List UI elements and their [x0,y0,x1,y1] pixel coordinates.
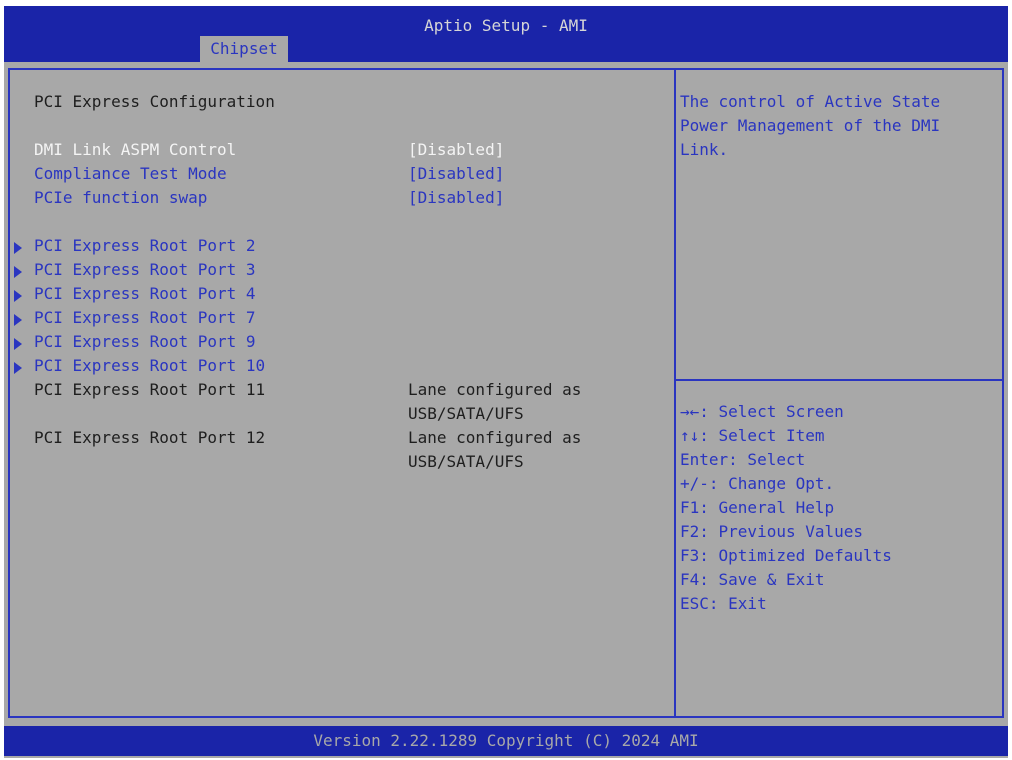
root-port-12-label: PCI Express Root Port 12 [34,428,266,447]
key-hint-enter: Enter: Select [680,450,806,469]
submenu-root-port-7[interactable]: PCI Express Root Port 7 [34,308,256,328]
submenu-arrow-icon [14,242,22,254]
panel-divider [674,70,676,716]
submenu-arrow-icon [14,266,22,278]
root-port-11-status-detail: USB/SATA/UFS [408,404,524,423]
root-port-11-status: Lane configured as [408,380,582,399]
help-text-line: Power Management of the DMI [680,116,941,135]
section-title: PCI Express Configuration [34,92,275,111]
setting-pcie-function-swap-label[interactable]: PCIe function swap [34,188,207,208]
key-hint-select-screen: →←: Select Screen [680,402,844,421]
key-hint-f2: F2: Previous Values [680,522,864,541]
submenu-root-port-4[interactable]: PCI Express Root Port 4 [34,284,256,304]
header-bar: Aptio Setup - AMI Chipset [4,6,1008,62]
tab-chipset[interactable]: Chipset [200,36,288,62]
help-divider [676,379,1002,381]
key-hint-f1: F1: General Help [680,498,835,517]
main-panel: PCI Express Configuration DMI Link ASPM … [8,68,1004,718]
submenu-arrow-icon [14,290,22,302]
root-port-11-label: PCI Express Root Port 11 [34,380,266,399]
window-title: Aptio Setup - AMI [424,16,588,35]
root-port-12-status-detail: USB/SATA/UFS [408,452,524,471]
submenu-root-port-2[interactable]: PCI Express Root Port 2 [34,236,256,256]
bios-screen: Aptio Setup - AMI Chipset PCI Express Co… [4,6,1008,758]
key-hint-change-opt: +/-: Change Opt. [680,474,835,493]
setting-compliance-test-value[interactable]: [Disabled] [408,164,504,184]
submenu-root-port-10[interactable]: PCI Express Root Port 10 [34,356,265,376]
root-port-12-status: Lane configured as [408,428,582,447]
help-text-line: The control of Active State [680,92,941,111]
setting-dmi-link-aspm-value[interactable]: [Disabled] [408,140,504,160]
submenu-arrow-icon [14,362,22,374]
footer-version: Version 2.22.1289 Copyright (C) 2024 AMI [4,726,1008,756]
setting-compliance-test-label[interactable]: Compliance Test Mode [34,164,227,184]
submenu-root-port-3[interactable]: PCI Express Root Port 3 [34,260,256,280]
submenu-root-port-9[interactable]: PCI Express Root Port 9 [34,332,256,352]
key-hint-f3: F3: Optimized Defaults [680,546,892,565]
help-text-line: Link. [680,140,729,159]
submenu-arrow-icon [14,338,22,350]
setting-pcie-function-swap-value[interactable]: [Disabled] [408,188,504,208]
key-hint-select-item: ↑↓: Select Item [680,426,825,445]
key-hint-f4: F4: Save & Exit [680,570,825,589]
key-hint-esc: ESC: Exit [680,594,767,613]
submenu-arrow-icon [14,314,22,326]
setting-dmi-link-aspm-label[interactable]: DMI Link ASPM Control [34,140,236,160]
